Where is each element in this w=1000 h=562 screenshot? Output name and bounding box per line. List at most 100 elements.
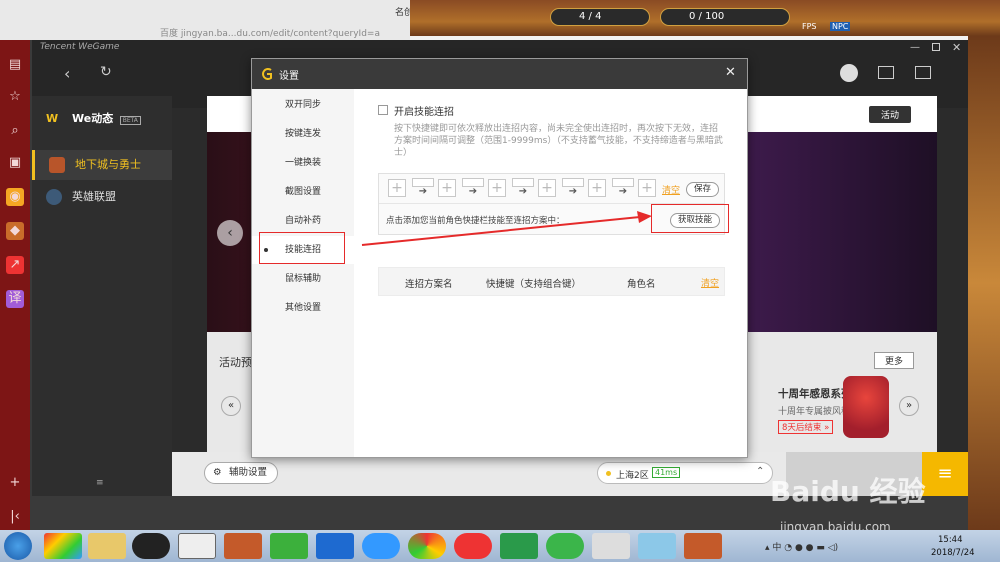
chevron-up-icon: ⌃ (756, 466, 765, 477)
dialog-close-icon[interactable]: ✕ (725, 66, 736, 80)
nav-quick-equip[interactable]: 一键换装 (252, 149, 354, 177)
minimize-icon[interactable]: — (910, 42, 920, 53)
assist-settings-button[interactable]: ⚙ 辅助设置 (204, 462, 279, 484)
nav-label: 截图设置 (285, 187, 322, 197)
hud-counter-b: 0 / 100 (660, 8, 790, 26)
annotation-highlight-fetch (651, 204, 729, 233)
nav-screenshot[interactable]: 截图设置 (252, 178, 354, 206)
browser-side-rail: ▤ ☆ ⌕ ▣ ◉ ◆ ↗ 译 + |‹ (0, 40, 30, 530)
weibo-icon[interactable]: ◉ (6, 188, 24, 206)
game-side-panel (968, 36, 1000, 530)
watermark-main: Baidu 经验 (770, 475, 926, 508)
nav-label: 按键连发 (285, 129, 322, 139)
more-button[interactable]: 更多 (874, 352, 915, 369)
we-logo-icon: W (46, 112, 59, 125)
lol-game-icon (46, 189, 62, 205)
taskbar-app-netease[interactable] (454, 533, 492, 559)
skill-slot[interactable]: + (538, 179, 556, 197)
taskbar-app-sync[interactable] (500, 533, 538, 559)
skill-slot[interactable]: + (388, 179, 406, 197)
tray-icons[interactable]: ▴ 中 ◔ ● ● ▬ ◁) (765, 540, 915, 553)
arrow-right-icon: ➔ (618, 186, 628, 197)
save-button[interactable]: 保存 (686, 182, 719, 197)
taskbar-app-baidu[interactable] (316, 533, 354, 559)
star-icon[interactable]: ☆ (6, 88, 24, 106)
enable-combo-label[interactable]: 开启技能连招 (394, 103, 454, 118)
notes-icon[interactable]: ▤ (6, 56, 24, 74)
nav-label: 自动补药 (285, 216, 322, 226)
nav-auto-potion[interactable]: 自动补药 (252, 207, 354, 235)
chart-icon[interactable]: ↗ (6, 256, 24, 274)
game-icon[interactable]: ◆ (6, 222, 24, 240)
hamburger-icon[interactable]: ≡ (96, 478, 104, 488)
skill-slot[interactable]: + (638, 179, 656, 197)
section-title: 活动预 (219, 356, 252, 369)
carousel-prev-icon[interactable]: ‹ (217, 220, 243, 246)
fps-label: FPS (802, 22, 817, 31)
nav-dual-sync[interactable]: 双开同步 (252, 91, 354, 119)
nav-other-settings[interactable]: 其他设置 (252, 294, 354, 322)
sidebar-item-we-dynamic[interactable]: W We动态 BETA (32, 104, 172, 134)
list-prev-icon[interactable]: « (221, 396, 241, 416)
refresh-icon[interactable]: ↻ (100, 64, 112, 80)
chat-icon[interactable] (878, 66, 894, 79)
server-selector[interactable]: 上海2区 41ms ⌃ (597, 462, 773, 484)
taskbar-app-360[interactable] (546, 533, 584, 559)
nav-mouse-assist[interactable]: 鼠标辅助 (252, 265, 354, 293)
column-header: 角色名 (627, 279, 656, 290)
collapse-icon[interactable]: |‹ (6, 508, 24, 526)
skill-slot[interactable]: + (488, 179, 506, 197)
taskbar-app-ice[interactable] (638, 533, 676, 559)
taskbar-app-chrome[interactable] (408, 533, 446, 559)
browser-tab-strip: 百度 jingyan.ba...du.com/edit/content?quer… (0, 0, 410, 40)
close-icon[interactable]: ✕ (952, 41, 961, 54)
clear-table-link[interactable]: 清空 (701, 276, 719, 289)
taskbar-app-game[interactable] (224, 533, 262, 559)
clock-date[interactable]: 2018/7/24 (931, 548, 975, 558)
combo-description: 按下快捷键即可依次释放出连招内容，尚未完全使出连招时，再次按下无效，连招方案时间… (394, 124, 723, 158)
promo-character-image (843, 376, 889, 438)
skill-slot[interactable]: + (438, 179, 456, 197)
nav-key-repeat[interactable]: 按键连发 (252, 120, 354, 148)
taskbar-app-game-2[interactable] (684, 533, 722, 559)
dialog-title: 设置 (279, 71, 299, 82)
nav-label: 双开同步 (285, 100, 322, 110)
gear-icon: ⚙ (213, 467, 222, 478)
sidebar-item-lol[interactable]: 英雄联盟 (32, 182, 172, 212)
maximize-icon[interactable] (932, 43, 940, 51)
ping-badge: 41ms (652, 467, 681, 478)
promo-countdown[interactable]: 8天后结束 » (778, 420, 834, 434)
taskbar-app-wechat[interactable] (270, 533, 308, 559)
taskbar-app-explorer[interactable] (88, 533, 126, 559)
video-icon[interactable]: ▣ (6, 154, 24, 172)
wegame-brand: Tencent WeGame (40, 42, 120, 52)
taskbar-app-photo[interactable] (592, 533, 630, 559)
search-icon[interactable]: ⌕ (6, 122, 24, 140)
sidebar-item-label: We动态 (72, 112, 114, 125)
mail-icon[interactable] (915, 66, 931, 79)
taskbar-app-wegame[interactable] (178, 533, 216, 559)
sidebar-item-label: 地下城与勇士 (75, 158, 141, 171)
translate-icon[interactable]: 译 (6, 290, 24, 308)
skill-slot[interactable]: + (588, 179, 606, 197)
address-text[interactable]: 百度 jingyan.ba...du.com/edit/content?quer… (160, 26, 380, 39)
hud-counter-a: 4 / 4 (550, 8, 650, 26)
dialog-titlebar: 设置 ✕ (252, 59, 747, 89)
dialog-nav: 双开同步 按键连发 一键换装 截图设置 自动补药 技能连招 鼠标辅助 其他设置 (252, 89, 354, 457)
taskbar-app-browser[interactable] (362, 533, 400, 559)
sidebar-item-label: 英雄联盟 (72, 190, 116, 203)
add-icon[interactable]: + (6, 474, 24, 492)
start-button[interactable] (4, 532, 32, 560)
taskbar-app-qq[interactable] (132, 533, 170, 559)
back-icon[interactable]: ‹ (64, 64, 70, 83)
wegame-logo-icon (262, 68, 272, 80)
clear-combo-link[interactable]: 清空 (662, 183, 680, 196)
clock-time[interactable]: 15:44 (938, 535, 963, 545)
sidebar-item-dnf[interactable]: 地下城与勇士 (32, 150, 172, 180)
taskbar-app-colorful[interactable] (44, 533, 82, 559)
list-next-icon[interactable]: » (899, 396, 919, 416)
menu-button[interactable]: ≡ (922, 452, 968, 496)
banner-tag[interactable]: 活动 (869, 106, 912, 123)
avatar[interactable] (840, 64, 858, 82)
enable-combo-checkbox[interactable] (378, 105, 388, 115)
